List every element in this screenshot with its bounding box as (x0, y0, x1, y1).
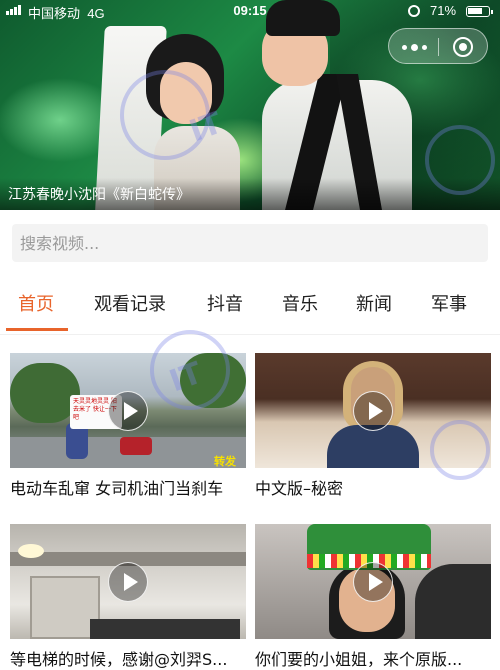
tab-home[interactable]: 首页 (18, 290, 54, 316)
tab-douyin[interactable]: 抖音 (207, 290, 243, 316)
hero-caption: 江苏春晚小沈阳《新白蛇传》 (8, 187, 190, 203)
active-tab-indicator (6, 328, 68, 331)
tab-news[interactable]: 新闻 (356, 290, 392, 316)
thumbnail-badge: 转发 (214, 455, 236, 468)
more-dots-icon[interactable] (399, 37, 429, 57)
miniprogram-capsule (388, 28, 488, 64)
tab-history[interactable]: 观看记录 (94, 290, 166, 316)
search-section (0, 210, 500, 276)
battery-icon (466, 6, 493, 17)
video-thumbnail[interactable] (255, 524, 491, 639)
battery-percent: 71% (430, 3, 457, 18)
play-icon[interactable] (108, 391, 148, 431)
tabs-divider (0, 334, 500, 335)
video-title[interactable]: 中文版–秘密 (255, 475, 491, 499)
capsule-divider (438, 38, 439, 56)
search-box[interactable] (12, 224, 488, 262)
category-tabs: 首页 观看记录 抖音 音乐 新闻 军事 (0, 276, 500, 334)
status-bar: 中国移动 4G 09:15 71% (0, 0, 500, 22)
video-title[interactable]: 你们要的小姐姐，来个原版... (255, 646, 491, 670)
play-icon[interactable] (108, 562, 148, 602)
rotation-lock-icon (408, 5, 420, 17)
tab-military[interactable]: 军事 (431, 290, 467, 316)
tab-music[interactable]: 音乐 (282, 290, 318, 316)
close-target-icon[interactable] (453, 37, 473, 57)
play-icon[interactable] (353, 562, 393, 602)
video-title[interactable]: 电动车乱窜 女司机油门当刹车 (10, 475, 246, 499)
video-thumbnail[interactable]: 天灵灵地灵灵 阳去米了 快让一下吧 转发 (10, 353, 246, 468)
search-input[interactable] (12, 224, 488, 262)
video-thumbnail[interactable] (10, 524, 246, 639)
video-title[interactable]: 等电梯的时候，感谢@刘羿S... (10, 646, 246, 670)
hero-caption-bar: 江苏春晚小沈阳《新白蛇传》 (0, 178, 500, 210)
video-thumbnail[interactable] (255, 353, 491, 468)
clock: 09:15 (233, 3, 267, 18)
play-icon[interactable] (353, 391, 393, 431)
